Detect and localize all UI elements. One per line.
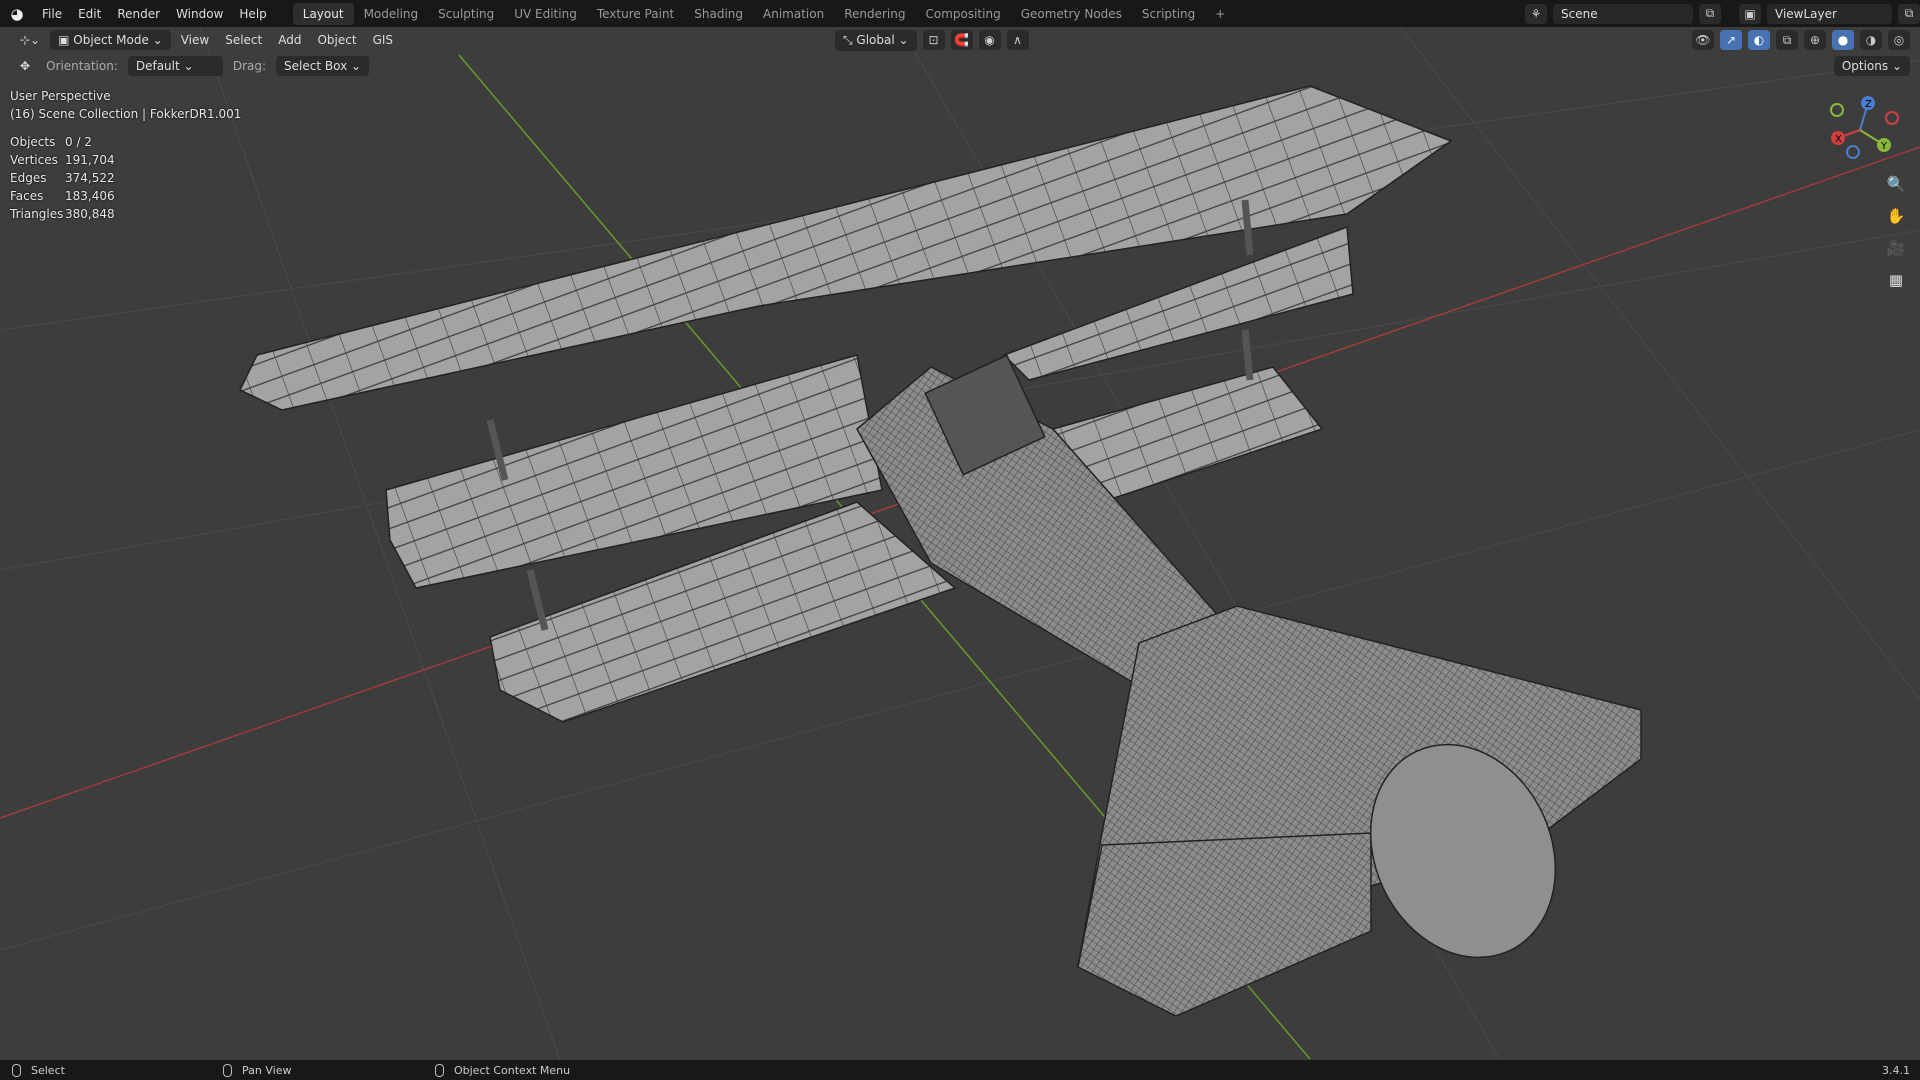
scene-icon[interactable]: ⚘ — [1525, 3, 1547, 24]
pivot-point-icon[interactable]: ⊡ — [922, 30, 945, 50]
tab-layout[interactable]: Layout — [292, 2, 354, 25]
status-pan-view: Pan View — [242, 1063, 292, 1077]
tab-rendering[interactable]: Rendering — [834, 3, 915, 25]
xray-icon[interactable]: ⧉ — [1776, 30, 1798, 50]
menu-render[interactable]: Render — [109, 7, 168, 21]
viewport-header: ⊹⌄ ▣ Object Mode ⌄ View Select Add Objec… — [0, 27, 1920, 53]
stat-label: Faces — [10, 189, 44, 203]
options-label: Options — [1841, 59, 1889, 73]
move-tool-icon: ✥ — [20, 59, 31, 73]
snap-icon[interactable]: 🧲 — [950, 30, 973, 50]
menu-window[interactable]: Window — [168, 7, 231, 21]
tab-compositing[interactable]: Compositing — [915, 3, 1010, 25]
stat-label: Objects — [10, 135, 56, 149]
tab-animation[interactable]: Animation — [753, 3, 834, 25]
tab-uv-editing[interactable]: UV Editing — [504, 3, 587, 25]
collection-info: (16) Scene Collection | FokkerDR1.001 — [10, 107, 242, 121]
transform-orientation-dropdown[interactable]: ⤡ Global ⌄ — [835, 29, 917, 51]
navigation-gizmo[interactable]: Z X Y — [1820, 90, 1900, 170]
tab-sculpting[interactable]: Sculpting — [428, 3, 504, 25]
tab-texture-paint[interactable]: Texture Paint — [587, 3, 684, 25]
menu-file[interactable]: File — [34, 7, 70, 21]
stat-value: 191,704 — [65, 153, 115, 167]
solid-shading-icon[interactable]: ● — [1832, 30, 1854, 50]
version-label: 3.4.1 — [1882, 1063, 1910, 1077]
new-scene-icon[interactable]: ⧉ — [1699, 3, 1721, 24]
proportional-editing-icon[interactable]: ◉ — [978, 30, 1001, 50]
mouse-middle-icon — [223, 1063, 232, 1077]
elevator — [1077, 832, 1372, 1017]
add-workspace-button[interactable]: + — [1205, 3, 1235, 25]
stat-value: 0 / 2 — [65, 135, 92, 149]
top-bar: ◕ File Edit Render Window Help Layout Mo… — [0, 0, 1920, 27]
tool-settings-bar: ✥ Orientation: Default ⌄ Drag: Select Bo… — [0, 53, 1920, 79]
mode-label: Object Mode — [73, 33, 149, 47]
view-name: User Perspective — [10, 89, 111, 103]
mouse-right-icon — [435, 1063, 444, 1077]
pan-hand-icon[interactable]: ✋ — [1884, 207, 1908, 231]
view-layer-icon[interactable]: ▣ — [1739, 3, 1761, 24]
view-layer-name: ViewLayer — [1775, 6, 1837, 21]
orientation-dropdown[interactable]: Default ⌄ — [127, 56, 223, 76]
orientation-label: Global — [856, 32, 895, 47]
mouse-left-icon — [12, 1063, 21, 1077]
menu-select[interactable]: Select — [219, 30, 268, 50]
camera-icon[interactable]: 🎥 — [1884, 239, 1908, 263]
menu-help[interactable]: Help — [231, 7, 274, 21]
menu-gis[interactable]: GIS — [367, 30, 399, 50]
stat-label: Vertices — [10, 153, 58, 167]
menu-view[interactable]: View — [175, 30, 215, 50]
drag-label: Drag: — [232, 59, 267, 73]
new-view-layer-icon[interactable]: ⧉ — [1898, 3, 1920, 24]
menu-edit[interactable]: Edit — [70, 7, 109, 21]
wireframe-shading-icon[interactable]: ⊕ — [1804, 30, 1826, 50]
status-select: Select — [31, 1063, 65, 1077]
rendered-shading-icon[interactable]: ◎ — [1888, 30, 1910, 50]
fokker-dr1-model — [238, 85, 1642, 1017]
falloff-icon[interactable]: ∧ — [1006, 30, 1029, 50]
stat-value: 183,406 — [65, 189, 115, 203]
grid-perspective-icon[interactable]: ▦ — [1884, 271, 1908, 295]
material-shading-icon[interactable]: ◑ — [1860, 30, 1882, 50]
tab-modeling[interactable]: Modeling — [354, 3, 429, 25]
gizmo-toggle-icon[interactable]: ↗ — [1720, 30, 1742, 50]
stat-value: 374,522 — [65, 171, 115, 185]
gizmo-y-label: Y — [1880, 141, 1888, 152]
viewport-right-controls: 👁 ↗ ◐ ⧉ ⊕ ● ◑ ◎ — [1692, 27, 1920, 53]
stat-label: Edges — [10, 171, 47, 185]
mode-dropdown[interactable]: ▣ Object Mode ⌄ — [50, 30, 171, 50]
orientation-value: Default — [135, 59, 180, 73]
menu-object[interactable]: Object — [311, 30, 362, 50]
tab-scripting[interactable]: Scripting — [1132, 3, 1205, 25]
tab-geometry-nodes[interactable]: Geometry Nodes — [1011, 3, 1132, 25]
zoom-icon[interactable]: 🔍 — [1884, 175, 1908, 199]
menu-add[interactable]: Add — [272, 30, 307, 50]
options-dropdown[interactable]: Options ⌄ — [1833, 56, 1910, 76]
orientation-label-text: Orientation: — [46, 59, 118, 73]
editor-type-icon[interactable]: ⊹⌄ — [14, 30, 46, 50]
scene-statistics: Objects 0 / 2 Vertices 191,704 Edges 374,52… — [10, 133, 241, 223]
stat-label: Triangles — [10, 207, 64, 221]
tab-shading[interactable]: Shading — [684, 3, 753, 25]
gizmo-z-label: Z — [1865, 99, 1872, 110]
status-context-menu: Object Context Menu — [454, 1063, 571, 1077]
overlay-toggle-icon[interactable]: ◐ — [1748, 30, 1770, 50]
scene-render — [0, 27, 1920, 1060]
stat-value: 380,848 — [65, 207, 115, 221]
status-bar: Select Pan View Object Context Menu 3.4.… — [0, 1060, 1920, 1080]
drag-dropdown[interactable]: Select Box ⌄ — [276, 56, 370, 76]
viewport-info-overlay: User Perspective (16) Scene Collection |… — [10, 87, 241, 223]
view-layer-field[interactable]: ViewLayer — [1767, 3, 1892, 24]
scene-name: Scene — [1561, 6, 1598, 21]
visibility-icon[interactable]: 👁 — [1692, 30, 1714, 50]
navigation-tools: 🔍 ✋ 🎥 ▦ — [1884, 175, 1908, 295]
scene-field[interactable]: Scene — [1553, 3, 1693, 24]
gizmo-x-label: X — [1835, 134, 1842, 145]
drag-value: Select Box — [284, 59, 348, 73]
blender-logo-icon[interactable]: ◕ — [0, 5, 34, 23]
3d-viewport[interactable] — [0, 27, 1920, 1060]
